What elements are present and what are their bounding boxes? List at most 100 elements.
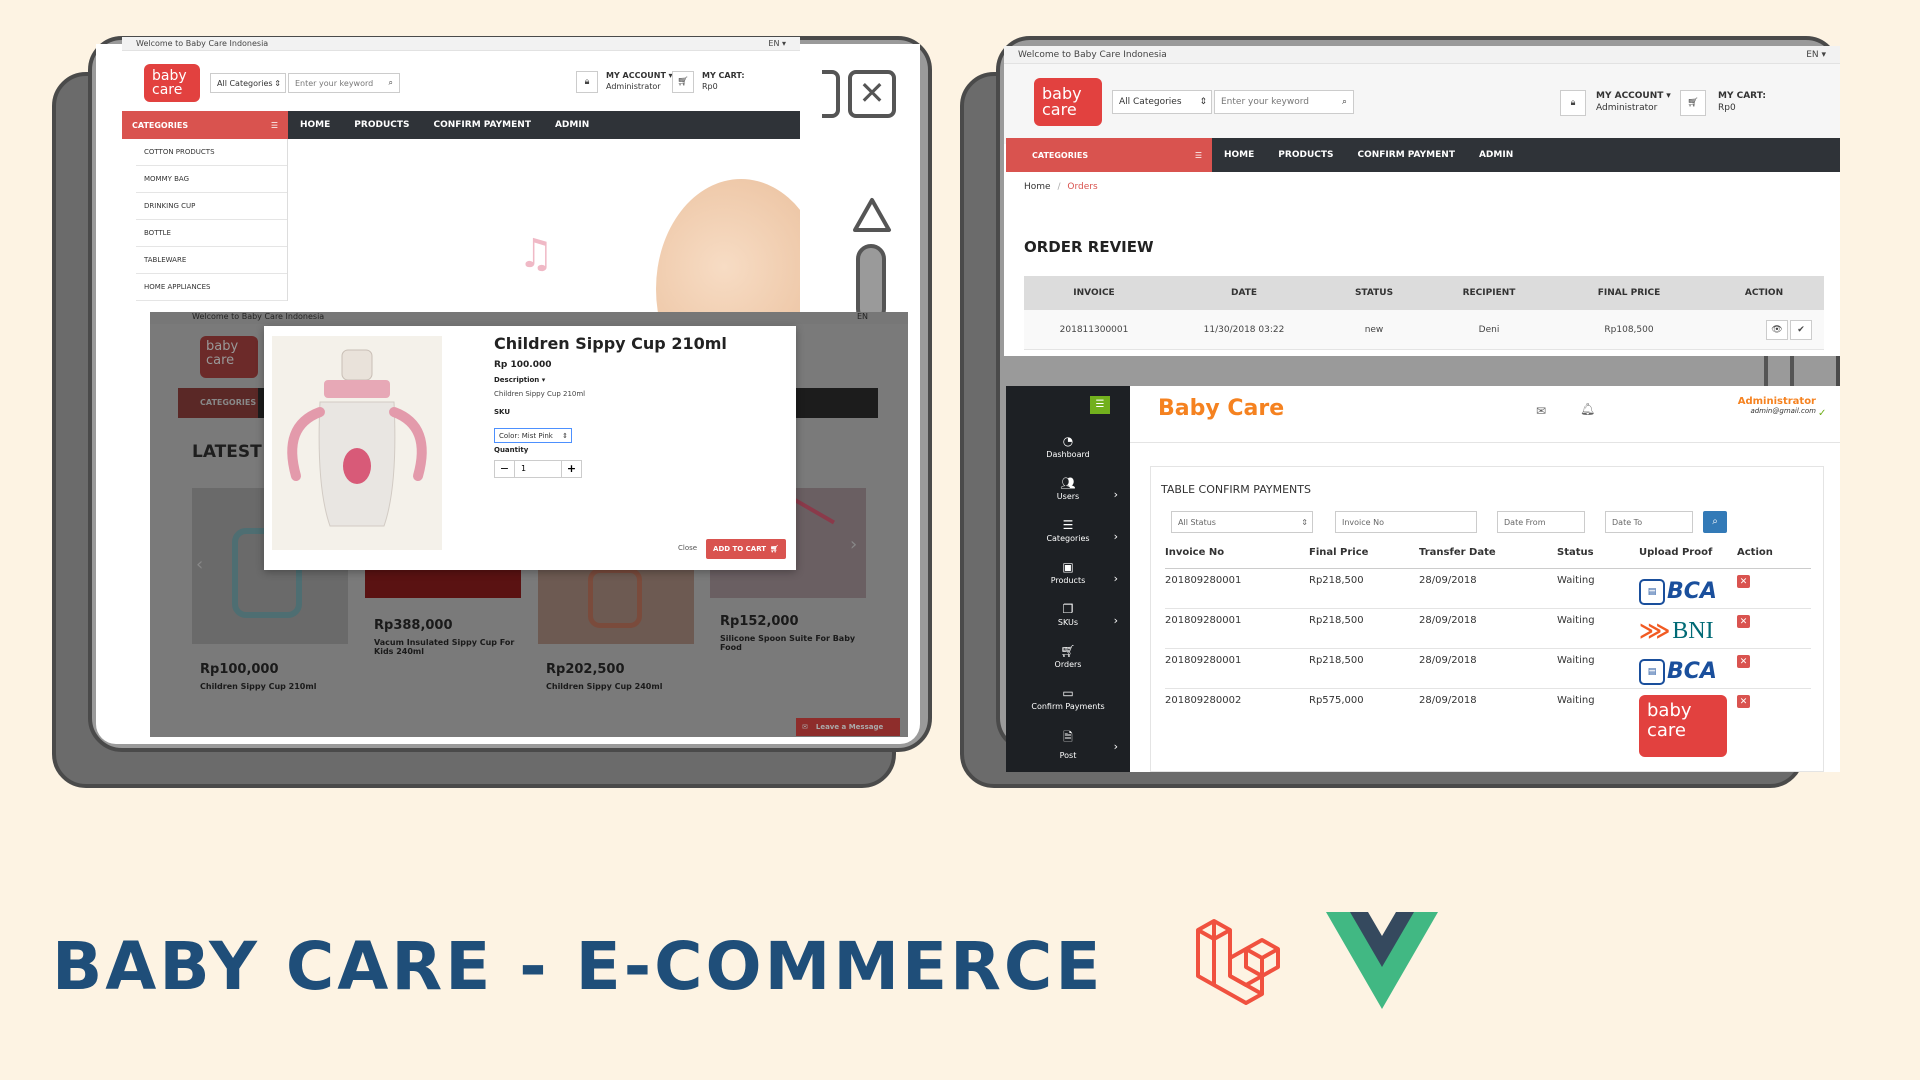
scroll-up-icon[interactable] [851,196,893,236]
language-selector[interactable]: EN ▾ [768,39,786,48]
sidebar-item-confirm-payments[interactable]: ▭ Confirm Payments [1006,686,1130,711]
nav-products[interactable]: PRODUCTS [1266,150,1345,160]
payments-table-header: Invoice No Final Price Transfer Date Sta… [1165,545,1811,569]
category-item[interactable]: COTTON PRODUCTS [136,139,287,166]
cart-icon[interactable]: 🛒︎ [672,71,694,93]
sidebar-item-orders[interactable]: 🛒︎ Orders [1006,644,1130,669]
credit-card-icon: ▭ [1062,686,1074,700]
product-name[interactable]: Children Sippy Cup 210ml [200,682,316,691]
search-input[interactable]: Enter your keyword ⌕ [1214,90,1354,114]
shop-logo[interactable]: baby care [1034,78,1102,126]
sidebar-item-skus[interactable]: ❐ SKUs › [1006,602,1130,627]
shop-logo[interactable]: baby care [144,64,200,102]
close-x-icon[interactable]: ✕ [848,70,896,118]
product-name[interactable]: Silicone Spoon Suite For Baby Food [720,634,860,652]
view-order-icon[interactable]: 👁︎ [1766,319,1788,340]
carousel-next-arrow[interactable]: › [850,534,857,555]
table-row: 201809280002 Rp575,000 28/09/2018 Waitin… [1165,689,1811,759]
search-button[interactable]: ⌕ [1703,511,1727,533]
mail-icon[interactable]: ✉ [1536,404,1546,418]
upload-proof-image[interactable]: ▤ BCA [1639,655,1737,688]
product-name[interactable]: Children Sippy Cup 240ml [546,682,662,691]
order-table: INVOICE DATE STATUS RECIPIENT FINAL PRIC… [1024,276,1824,350]
list-icon: ☰ [1062,518,1074,532]
date-to-input[interactable]: Date To [1605,511,1693,533]
category-select[interactable]: All Categories ⇕ [210,73,286,93]
upload-proof-image[interactable]: ▤ BCA [1639,575,1737,608]
nav-products[interactable]: PRODUCTS [342,120,421,130]
quantity-input[interactable]: 1 [515,461,561,477]
sidebar-item-categories[interactable]: ☰ Categories › [1006,518,1130,543]
upload-proof-image[interactable]: ⋙ BNI [1639,615,1737,648]
upload-proof-image[interactable]: baby care [1639,695,1737,759]
sku-label: SKU [494,408,511,416]
cart-icon[interactable]: 🛒︎ [1680,90,1706,116]
category-item[interactable]: TABLEWARE [136,247,287,274]
search-icon[interactable]: ⌕ [1342,97,1347,107]
my-account-menu[interactable]: MY ACCOUNT ▾ Administrator [1596,90,1671,114]
chevron-down-icon[interactable]: ✓ [1818,408,1826,419]
category-item[interactable]: BOTTLE [136,220,287,247]
main-navbar: CATEGORIES ☰ HOME PRODUCTS CONFIRM PAYMEN… [122,111,800,139]
description-text: Children Sippy Cup 210ml [494,390,586,398]
sidebar-item-post[interactable]: 🗎︎ Post › [1006,728,1130,760]
product-name[interactable]: Vacum Insulated Sippy Cup For Kids 240ml [374,638,524,656]
sidebar-toggle-button[interactable]: ☰ [1090,396,1110,414]
my-cart[interactable]: MY CART: Rp0 [702,71,745,93]
add-to-cart-button[interactable]: ADD TO CART 🛒︎ [706,539,786,559]
date-from-input[interactable]: Date From [1497,511,1585,533]
sku-select[interactable]: Color: Mist Pink ⇕ [494,428,572,443]
description-toggle[interactable]: Description ▾ [494,376,545,384]
shop-topbar: Welcome to Baby Care Indonesia EN ▾ [122,37,800,51]
delete-icon[interactable]: ✕ [1737,575,1750,588]
leave-message-button[interactable]: ✉ Leave a Message [796,718,900,736]
confirm-order-icon[interactable]: ✔ [1790,319,1812,340]
breadcrumb-current: Orders [1067,182,1098,192]
categories-button[interactable]: CATEGORIES ☰ [1006,138,1212,172]
nav-confirm-payment[interactable]: CONFIRM PAYMENT [1345,150,1466,160]
admin-user-menu[interactable]: Administrator admin@gmail.com [1732,396,1816,415]
order-review-screenshot: Welcome to Baby Care Indonesia EN ▾ baby… [1004,46,1840,356]
sidebar-item-dashboard[interactable]: ◔ Dashboard [1006,434,1130,459]
nav-home[interactable]: HOME [1212,150,1266,160]
product-price: Rp152,000 [720,614,799,629]
bell-icon[interactable]: 🔔︎ [1580,402,1595,416]
lock-icon[interactable]: 🔒︎ [1560,90,1586,116]
nav-home[interactable]: HOME [288,120,342,130]
category-select[interactable]: All Categories ⇕ [1112,90,1212,114]
product-price: Rp100,000 [200,662,279,677]
sidebar-item-users[interactable]: 👥︎ Users › [1006,476,1130,501]
search-input[interactable]: Enter your keyword ⌕ [288,73,400,93]
categories-button[interactable]: CATEGORIES ☰ [122,111,288,139]
search-icon[interactable]: ⌕ [389,78,393,88]
admin-brand[interactable]: Baby Care [1158,396,1284,421]
nav-admin[interactable]: ADMIN [543,120,601,130]
laravel-logo-icon [1192,912,1288,1012]
shop-logo-dim: baby care [200,336,258,378]
search-icon: ⌕ [1712,516,1718,527]
invoice-filter-input[interactable]: Invoice No [1335,511,1477,533]
nav-admin[interactable]: ADMIN [1467,150,1525,160]
table-row: 201811300001 11/30/2018 03:22 new Deni R… [1024,310,1824,350]
sidebar-item-products[interactable]: ▣ Products › [1006,560,1130,585]
language-selector[interactable]: EN ▾ [1806,50,1826,60]
delete-icon[interactable]: ✕ [1737,695,1750,708]
category-item[interactable]: MOMMY BAG [136,166,287,193]
carousel-prev-arrow[interactable]: ‹ [196,554,203,575]
status-filter-select[interactable]: All Status ⇕ [1171,511,1313,533]
quantity-plus-button[interactable]: + [561,461,581,477]
category-item[interactable]: HOME APPLIANCES [136,274,287,301]
quantity-minus-button[interactable]: − [495,461,515,477]
nav-confirm-payment[interactable]: CONFIRM PAYMENT [421,120,542,130]
modal-close-button[interactable]: Close [678,544,697,552]
product-image [272,336,442,550]
category-item[interactable]: DRINKING CUP [136,193,287,220]
delete-icon[interactable]: ✕ [1737,655,1750,668]
breadcrumb-home[interactable]: Home [1024,182,1051,192]
delete-icon[interactable]: ✕ [1737,615,1750,628]
my-account-menu[interactable]: MY ACCOUNT ▾ Administrator [606,71,672,93]
lock-icon[interactable]: 🔒︎ [576,71,598,93]
cart-icon: 🛒︎ [1060,644,1076,658]
my-cart[interactable]: MY CART: Rp0 [1718,90,1766,114]
welcome-text: Welcome to Baby Care Indonesia [1018,49,1167,60]
